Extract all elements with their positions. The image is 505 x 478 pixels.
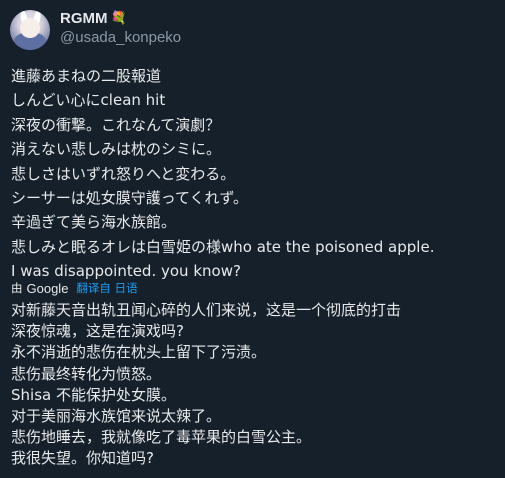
- translated-line: 深夜惊魂，这是在演戏吗?: [11, 322, 184, 341]
- translated-line: 我很失望。你知道吗?: [11, 449, 154, 468]
- google-logo: Google: [26, 280, 69, 296]
- tweet-line: 深夜の衝撃。これなんて演劇？: [11, 115, 221, 134]
- translated-from-link[interactable]: 翻译自 日语: [76, 280, 137, 296]
- display-name[interactable]: RGMM: [60, 10, 108, 27]
- translated-line: 悲伤地睡去，我就像吃了毒苹果的白雪公主。: [11, 428, 312, 447]
- tweet-text: 進藤あまねの二股報道 しんどい心にclean hit 深夜の衝撃。これなんて演劇…: [11, 64, 495, 284]
- tweet-line: シーサーは処女膜守護ってくれず。: [11, 189, 249, 208]
- tweet-line: 悲しみと眠るオレは白雪姫の様who ate the poisoned apple…: [11, 237, 435, 256]
- avatar-face: [20, 18, 40, 38]
- display-name-row: RGMM 💐: [60, 8, 181, 28]
- translated-line: Shisa 不能保护处女膜。: [11, 385, 176, 404]
- tweet-line: 悲しさはいずれ怒りへと変わる。: [11, 164, 236, 183]
- translated-by-label: 由: [11, 281, 23, 295]
- tweet-line: 進藤あまねの二股報道: [11, 67, 162, 85]
- user-handle[interactable]: @usada_konpeko: [60, 29, 181, 46]
- tweet-card: RGMM 💐 @usada_konpeko 進藤あまねの二股報道 しんどい心にc…: [0, 0, 505, 478]
- translated-text: 对新藤天音出轨丑闻心碎的人们来说，这是一个彻底的打击 深夜惊魂，这是在演戏吗? …: [11, 300, 495, 470]
- tweet-line: 消えない悲しみは枕のシミに。: [11, 140, 222, 159]
- tweet-header: RGMM 💐 @usada_konpeko: [10, 6, 495, 50]
- translated-line: 对新藤天音出轨丑闻心碎的人们来说，这是一个彻底的打击: [11, 301, 402, 319]
- translated-line: 悲伤最终转化为愤怒。: [11, 364, 162, 383]
- tweet-line: 辛過ぎて美ら海水族館。: [11, 213, 177, 232]
- bouquet-icon: 💐: [110, 10, 127, 26]
- tweet-line: しんどい心にclean hit: [11, 91, 166, 110]
- author-names: RGMM 💐 @usada_konpeko: [60, 8, 181, 47]
- translation-attribution: 由 Google 翻译自 日语: [11, 279, 138, 297]
- translated-line: 对于美丽海水族馆来说太辣了。: [11, 407, 222, 426]
- avatar[interactable]: [10, 10, 50, 50]
- translated-line: 永不消逝的悲伤在枕头上留下了污渍。: [11, 343, 267, 362]
